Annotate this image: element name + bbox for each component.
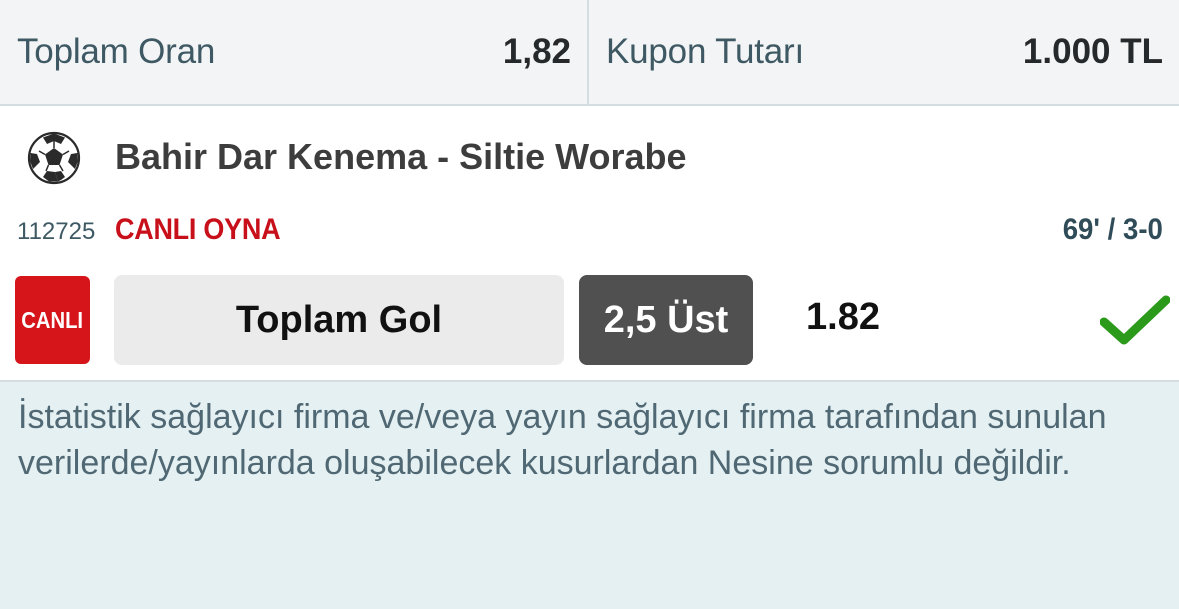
match-title: Bahir Dar Kenema - Siltie Worabe: [115, 136, 687, 177]
coupon-amount-label: Kupon Tutarı: [606, 32, 805, 71]
selection-odd: 1.82: [806, 296, 880, 338]
match-header: Bahir Dar Kenema - Siltie Worabe: [0, 106, 1179, 210]
total-odds-label: Toplam Oran: [17, 32, 216, 71]
disclaimer-text: İstatistik sağlayıcı firma ve/veya yayın…: [18, 398, 1107, 482]
total-odds-value: 1,82: [502, 32, 571, 71]
match-code: 112725: [17, 218, 96, 245]
live-minute-score: 69' / 3-0: [1062, 213, 1163, 246]
live-badge: CANLI: [15, 276, 90, 364]
coupon-summary: Toplam Oran 1,82 Kupon Tutarı 1.000 TL: [0, 0, 1179, 106]
market-name: Toplam Gol: [114, 275, 564, 365]
coupon-amount-value: 1.000 TL: [1022, 32, 1163, 71]
selection-outcome: 2,5 Üst: [579, 275, 753, 365]
soccer-ball-icon: [27, 131, 81, 185]
bet-row: CANLI Toplam Gol 2,5 Üst 1.82: [0, 272, 1179, 368]
play-live-link[interactable]: CANLI OYNA: [115, 213, 281, 247]
coupon-amount: Kupon Tutarı 1.000 TL: [589, 0, 1179, 104]
coupon-detail: Toplam Oran 1,82 Kupon Tutarı 1.000 TL B…: [0, 0, 1179, 609]
disclaimer-panel: İstatistik sağlayıcı firma ve/veya yayın…: [0, 380, 1179, 609]
live-badge-label: CANLI: [21, 306, 84, 333]
total-odds: Toplam Oran 1,82: [0, 0, 589, 104]
check-icon: [1100, 295, 1170, 345]
match-info-row: 112725 CANLI OYNA 69' / 3-0: [0, 210, 1179, 252]
